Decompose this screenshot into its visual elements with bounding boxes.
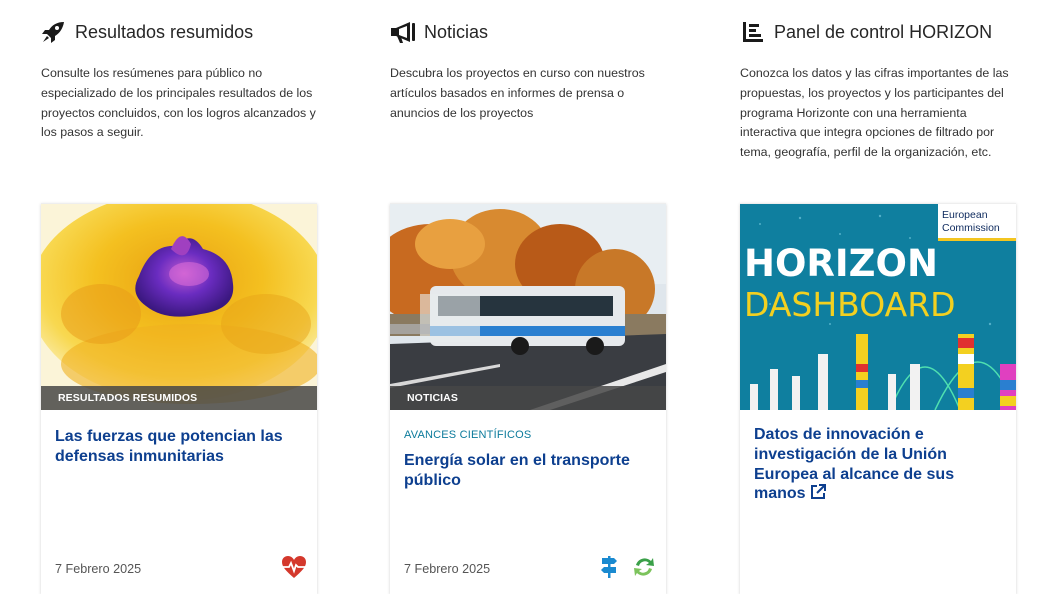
card-tag[interactable]: AVANCES CIENTÍFICOS: [404, 429, 666, 441]
section-title[interactable]: Panel de control HORIZON: [774, 22, 992, 43]
recycle-icon[interactable]: [632, 555, 656, 584]
card-noticias[interactable]: NOTICIAS AVANCES CIENTÍFICOS Energía sol…: [390, 203, 666, 594]
card-date: 7 Febrero 2025: [404, 562, 491, 576]
category-label: RESULTADOS RESUMIDOS: [41, 386, 317, 410]
card-horizon-dashboard[interactable]: European Commission HORIZON DASHBOARD Da…: [740, 203, 1016, 594]
section-description: Conozca los datos y las cifras important…: [740, 66, 1009, 160]
external-link-icon[interactable]: [810, 484, 826, 506]
section-title[interactable]: Resultados resumidos: [75, 22, 253, 43]
bus-photo-image: [390, 204, 666, 410]
rocket-icon: [41, 20, 67, 44]
megaphone-icon: [390, 20, 416, 44]
banner-logo-line2: Commission: [942, 222, 1000, 234]
signpost-icon[interactable]: [600, 555, 618, 584]
card-topic-icons: [600, 555, 656, 584]
chart-bars-icon: [740, 20, 766, 44]
card-title-text[interactable]: Datos de innovación e investigación de l…: [754, 426, 954, 502]
banner-word1: HORIZON: [744, 242, 938, 285]
immune-visualization-image: [41, 204, 317, 410]
card-topic-icons: [281, 555, 307, 584]
banner-logo-line1: European: [942, 209, 988, 221]
column-resultados: Resultados resumidos Consulte los resúme…: [41, 0, 331, 143]
section-title[interactable]: Noticias: [424, 22, 488, 43]
banner-word2: DASHBOARD: [744, 285, 956, 324]
section-header[interactable]: Noticias: [390, 20, 680, 44]
card-title-link[interactable]: Las fuerzas que potencian las defensas i…: [55, 427, 303, 467]
card-image[interactable]: European Commission HORIZON DASHBOARD: [740, 204, 1016, 410]
card-title-link[interactable]: Datos de innovación e investigación de l…: [754, 425, 1002, 506]
section-header[interactable]: Resultados resumidos: [41, 20, 331, 44]
card-resultados[interactable]: RESULTADOS RESUMIDOS Las fuerzas que pot…: [41, 203, 317, 594]
card-title-link[interactable]: Energía solar en el transporte público: [404, 451, 652, 491]
horizon-dashboard-banner: European Commission HORIZON DASHBOARD: [740, 204, 1016, 410]
section-description: Consulte los resúmenes para público no e…: [41, 66, 316, 140]
section-header[interactable]: Panel de control HORIZON: [740, 20, 1030, 44]
heart-pulse-icon[interactable]: [281, 555, 307, 584]
card-image[interactable]: NOTICIAS: [390, 204, 666, 410]
card-date: 7 Febrero 2025: [55, 562, 142, 576]
card-image[interactable]: RESULTADOS RESUMIDOS: [41, 204, 317, 410]
column-horizon: Panel de control HORIZON Conozca los dat…: [740, 0, 1030, 163]
section-description: Descubra los proyectos en curso con nues…: [390, 66, 645, 120]
category-label: NOTICIAS: [390, 386, 666, 410]
column-noticias: Noticias Descubra los proyectos en curso…: [390, 0, 680, 123]
